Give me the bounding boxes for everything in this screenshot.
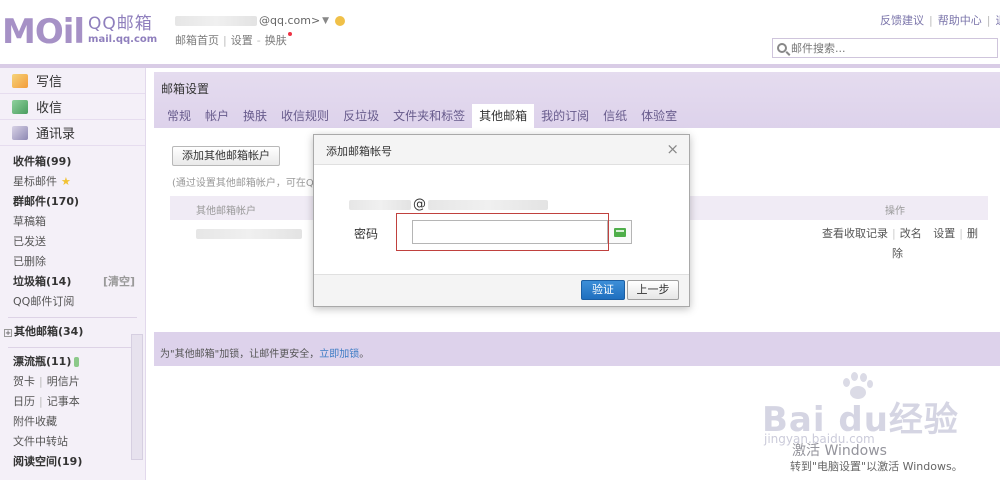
windows-activate-subtitle: 转到"电脑设置"以激活 Windows。 (790, 460, 963, 473)
dialog-header: 添加邮箱帐号 × (314, 135, 689, 165)
email-domain-redacted (428, 199, 548, 210)
dialog-title: 添加邮箱帐号 (326, 145, 392, 158)
dialog-footer: 验证 上一步 (314, 274, 689, 306)
previous-step-button[interactable]: 上一步 (627, 280, 679, 300)
virtual-keyboard-button[interactable] (608, 220, 632, 244)
baidu-watermark: Bai du经验 jingyan.baidu.com (744, 372, 964, 448)
paw-dot (851, 372, 858, 381)
paw-dot (843, 378, 850, 387)
paw-dot (867, 380, 873, 388)
password-label: 密码 (354, 227, 379, 241)
at-sign: @ (413, 197, 426, 212)
dialog-email: @ (349, 197, 548, 212)
email-user-redacted (349, 199, 411, 210)
verify-button[interactable]: 验证 (581, 280, 625, 300)
keyboard-icon (613, 227, 626, 237)
password-highlight-box (396, 213, 609, 251)
paw-dot (860, 373, 867, 382)
windows-activate-title: 激活 Windows (792, 443, 887, 459)
close-icon[interactable]: × (666, 140, 679, 158)
add-mailbox-dialog: 添加邮箱帐号 × @ 密码 验证 上一步 (313, 134, 690, 307)
